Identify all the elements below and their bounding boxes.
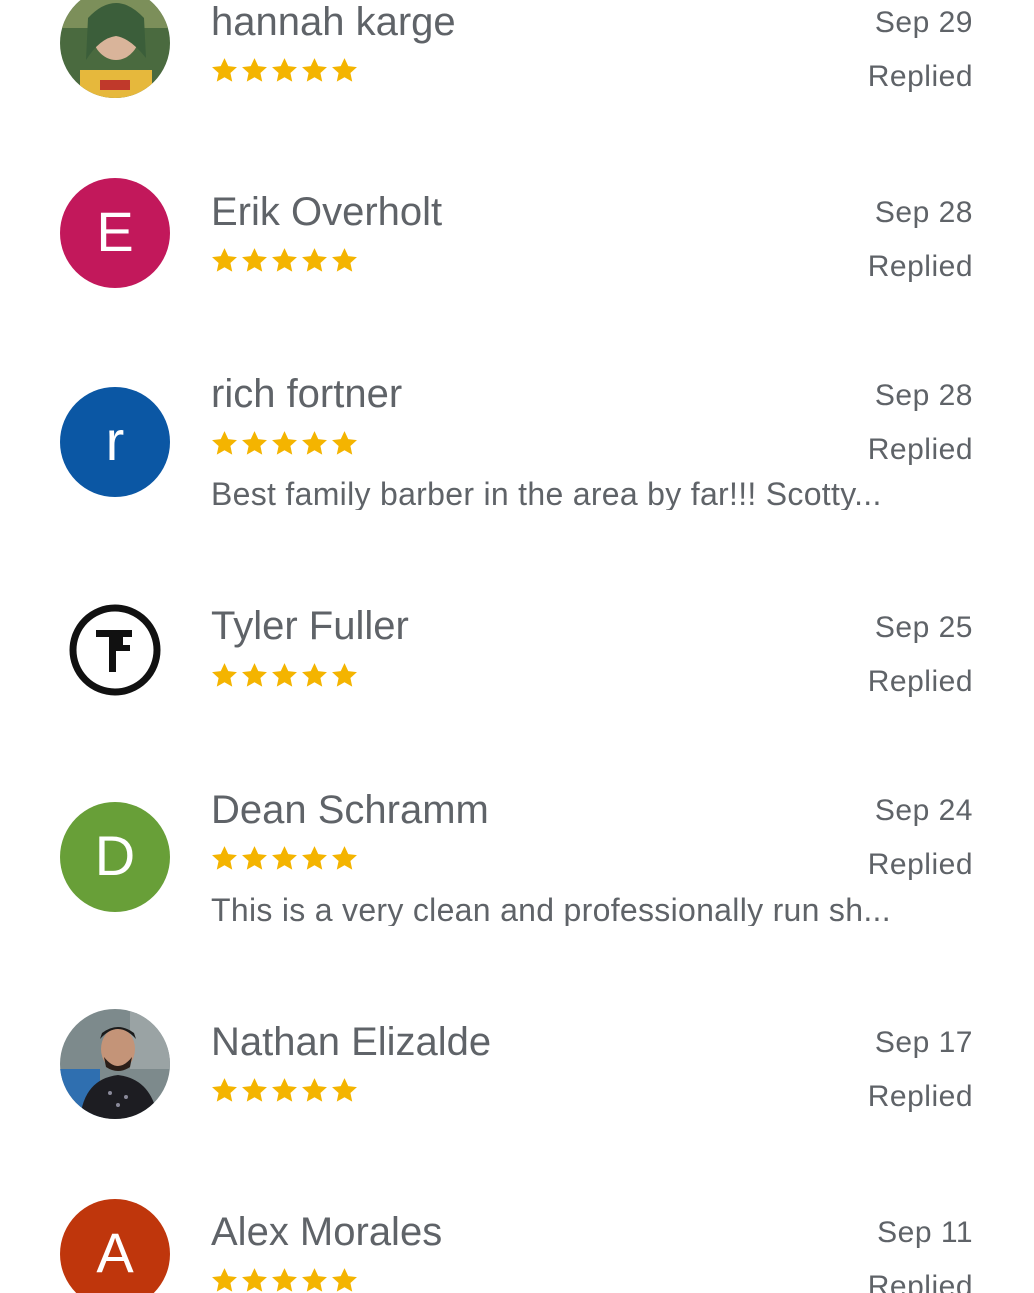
star-icon: [242, 1078, 267, 1102]
review-list: hannah karge Sep 29 Replied E Erik Overh…: [0, 0, 1034, 1293]
review-date: Sep 29: [874, 6, 973, 39]
avatar-letter: E: [96, 200, 134, 263]
review-snippet: Best family barber in the area by far!!!…: [211, 478, 882, 510]
star-icon: [272, 1078, 297, 1102]
star-icon: [302, 58, 327, 82]
reviewer-name: Erik Overholt: [211, 190, 443, 234]
star-icon: [212, 1078, 237, 1102]
star-icon: [302, 1268, 327, 1292]
reply-status: Replied: [867, 665, 973, 698]
avatar: E: [60, 178, 170, 288]
star-rating: [210, 246, 359, 275]
user-photo-icon: [60, 1009, 170, 1119]
reply-status: Replied: [867, 1080, 973, 1113]
star-icon: [272, 248, 297, 272]
star-icon: [302, 431, 327, 455]
avatar: [60, 1009, 170, 1119]
review-snippet: This is a very clean and professionally …: [211, 894, 891, 926]
star-icon: [242, 58, 267, 82]
avatar: [60, 0, 170, 98]
star-icon: [332, 248, 357, 272]
review-item[interactable]: Nathan Elizalde Sep 17 Replied: [0, 1000, 1034, 1190]
review-date: Sep 28: [874, 196, 973, 229]
star-icon: [272, 58, 297, 82]
avatar: D: [60, 802, 170, 912]
review-date: Sep 25: [874, 611, 973, 644]
star-icon: [212, 58, 237, 82]
review-date: Sep 11: [877, 1216, 973, 1249]
star-rating: [210, 56, 359, 85]
star-rating: [210, 1076, 359, 1105]
reviewer-name: Alex Morales: [211, 1210, 443, 1254]
review-date: Sep 17: [874, 1026, 973, 1059]
star-rating: [210, 844, 359, 873]
star-rating: [210, 429, 359, 458]
reviewer-name: Dean Schramm: [211, 788, 489, 832]
star-icon: [302, 1078, 327, 1102]
avatar: r: [60, 387, 170, 497]
user-photo-icon: [60, 0, 170, 98]
star-icon: [332, 58, 357, 82]
review-item[interactable]: E Erik Overholt Sep 28 Replied: [0, 170, 1034, 350]
star-icon: [272, 846, 297, 870]
star-rating: [210, 1266, 359, 1293]
review-item[interactable]: Tyler Fuller Sep 25 Replied: [0, 590, 1034, 770]
reply-status: Replied: [867, 1270, 973, 1293]
star-icon: [242, 663, 267, 687]
avatar-letter: r: [105, 409, 125, 472]
star-icon: [302, 248, 327, 272]
reviewer-name: Tyler Fuller: [211, 604, 409, 648]
review-date: Sep 28: [874, 379, 973, 412]
star-icon: [242, 431, 267, 455]
star-icon: [242, 1268, 267, 1292]
star-icon: [302, 846, 327, 870]
star-icon: [212, 248, 237, 272]
star-icon: [302, 663, 327, 687]
star-icon: [242, 846, 267, 870]
reviewer-name: rich fortner: [211, 372, 403, 416]
star-icon: [332, 431, 357, 455]
star-icon: [332, 846, 357, 870]
star-icon: [272, 663, 297, 687]
star-icon: [272, 1268, 297, 1292]
review-item[interactable]: hannah karge Sep 29 Replied: [0, 0, 1034, 170]
review-item[interactable]: r rich fortner Sep 28 Replied Best famil…: [0, 350, 1034, 590]
star-icon: [272, 431, 297, 455]
star-icon: [212, 663, 237, 687]
star-icon: [332, 1268, 357, 1292]
star-rating: [210, 661, 359, 690]
review-date: Sep 24: [874, 794, 973, 827]
reply-status: Replied: [867, 848, 973, 881]
avatar: [60, 595, 170, 705]
review-item[interactable]: D Dean Schramm Sep 24 Replied This is a …: [0, 770, 1034, 1000]
reply-status: Replied: [867, 60, 973, 93]
star-icon: [212, 431, 237, 455]
avatar-letter: A: [96, 1221, 134, 1284]
star-icon: [242, 248, 267, 272]
reviewer-name: Nathan Elizalde: [211, 1020, 492, 1064]
star-icon: [332, 663, 357, 687]
reply-status: Replied: [867, 250, 973, 283]
reviewer-name: hannah karge: [211, 0, 456, 44]
star-icon: [332, 1078, 357, 1102]
star-icon: [212, 846, 237, 870]
tf-monogram-logo-icon: [69, 604, 161, 696]
reply-status: Replied: [867, 433, 973, 466]
review-item[interactable]: A Alex Morales Sep 11 Replied: [0, 1190, 1034, 1293]
avatar: A: [60, 1199, 170, 1293]
star-icon: [212, 1268, 237, 1292]
avatar-letter: D: [94, 824, 136, 887]
